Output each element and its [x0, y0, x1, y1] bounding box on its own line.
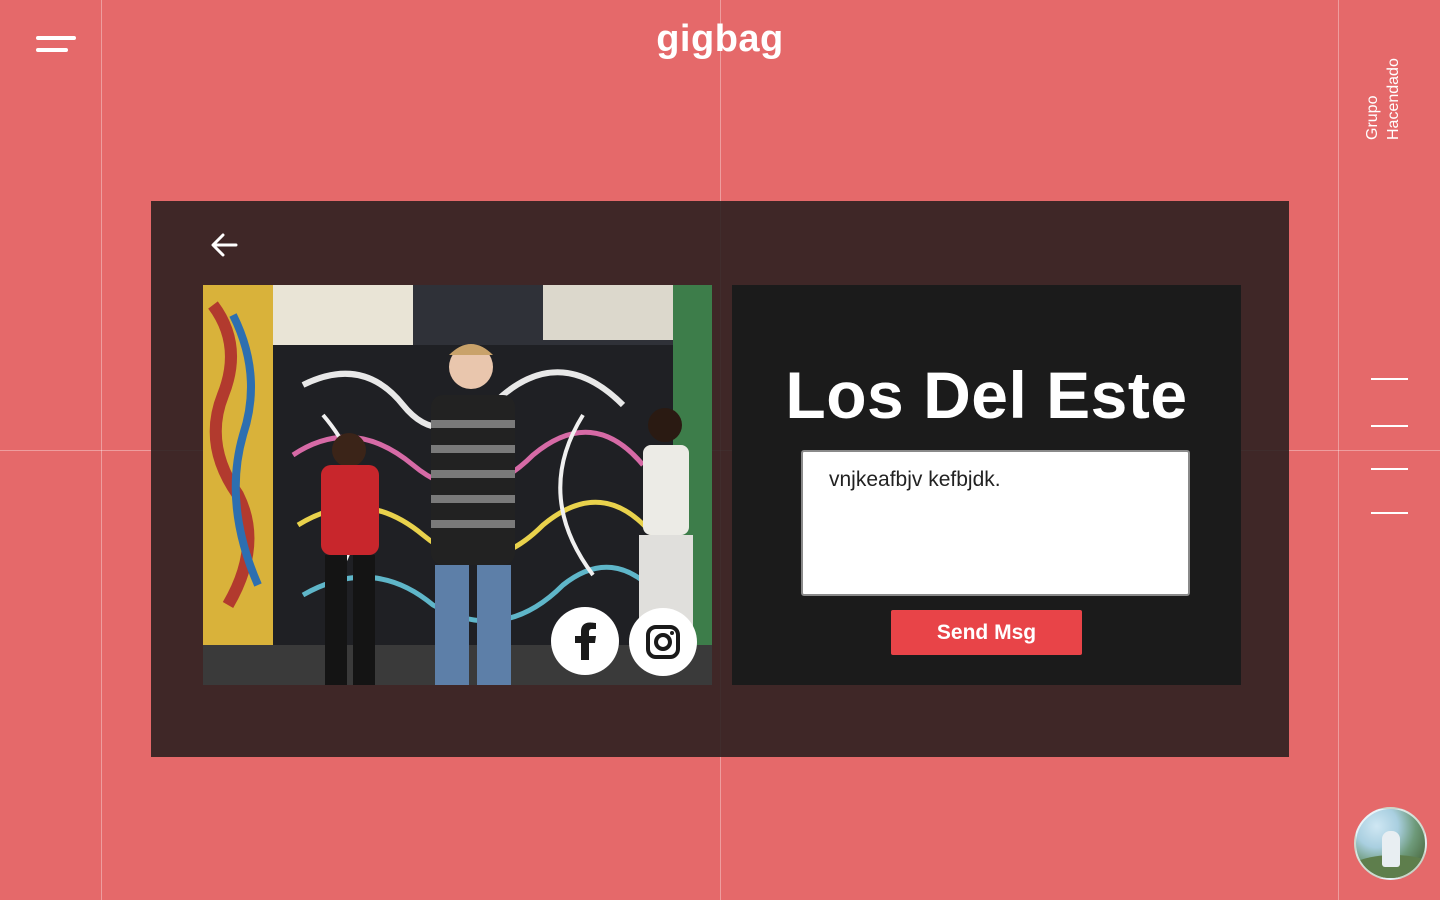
send-message-button[interactable]: Send Msg: [891, 610, 1082, 655]
message-input[interactable]: vnjkeafbjv kefbjdk.: [801, 450, 1190, 596]
side-nav-item[interactable]: [1371, 512, 1408, 514]
facebook-button[interactable]: [551, 607, 619, 675]
side-nav-item[interactable]: [1371, 468, 1408, 470]
instagram-button[interactable]: [629, 608, 697, 676]
band-photo: [203, 285, 712, 685]
back-button[interactable]: [206, 229, 242, 261]
band-detail-panel: Los Del Este vnjkeafbjv kefbjdk. Send Ms…: [151, 201, 1289, 757]
avatar-image-figure: [1382, 831, 1400, 867]
company-label-line2: Hacendado: [1385, 58, 1402, 140]
side-nav-item[interactable]: [1371, 425, 1408, 427]
logo[interactable]: gigbag: [0, 18, 1440, 61]
band-name: Los Del Este: [785, 358, 1188, 432]
arrow-left-icon: [211, 233, 238, 257]
user-avatar[interactable]: [1354, 807, 1427, 880]
facebook-icon: [575, 622, 596, 660]
company-label-line1: Grupo: [1364, 95, 1381, 140]
band-info-card: Los Del Este vnjkeafbjv kefbjdk. Send Ms…: [732, 285, 1241, 685]
side-nav-item[interactable]: [1371, 378, 1408, 380]
company-label: Grupo Hacendado: [1362, 36, 1406, 140]
instagram-icon: [646, 625, 680, 659]
